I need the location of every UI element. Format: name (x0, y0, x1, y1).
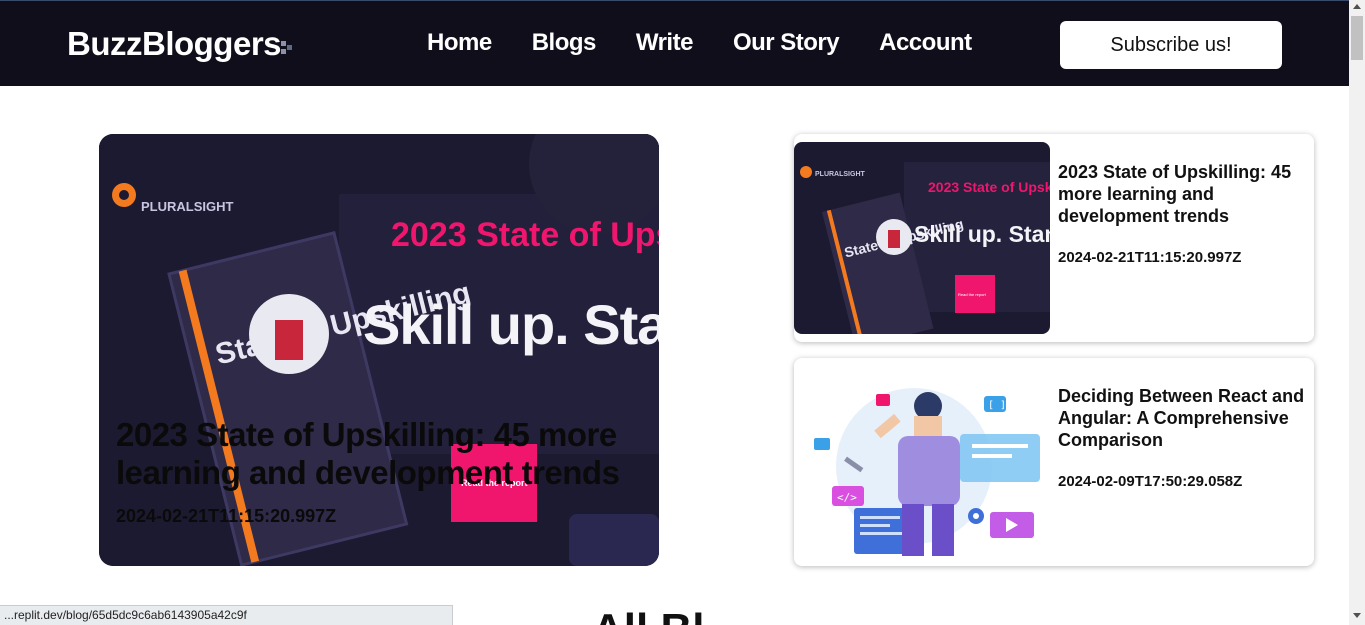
thumb-tagline: Skill up. Stand out. (914, 221, 1050, 247)
svg-text:[ ]: [ ] (988, 400, 1006, 411)
scroll-up-arrow-icon[interactable] (1353, 4, 1361, 9)
nav-link-blogs[interactable]: Blogs (532, 29, 597, 57)
code-icon: </> (832, 486, 864, 506)
featured-post-card[interactable]: State of Upskilling PLURALSIGHT 2023 Sta… (99, 134, 659, 566)
brackets-icon: [ ] (984, 396, 1006, 412)
featured-post-image: State of Upskilling PLURALSIGHT 2023 Sta… (99, 134, 659, 566)
side-post-thumbnail: </> [ ] (794, 366, 1050, 558)
scroll-down-arrow-icon[interactable] (1353, 613, 1361, 618)
scrollbar-thumb[interactable] (1351, 16, 1363, 60)
side-post-date: 2024-02-09T17:50:29.058Z (1058, 473, 1243, 490)
brand-logo-text[interactable]: BuzzBloggers (67, 25, 282, 63)
nav-link-home[interactable]: Home (427, 29, 492, 57)
side-post-thumbnail: State of Upskilling PLURALSIGHT 2023 Sta… (794, 142, 1050, 334)
side-post-card[interactable]: </> [ ] Deciding Between React and Angul… (794, 358, 1314, 566)
subscribe-button[interactable]: Subscribe us! (1060, 21, 1282, 69)
thumb-brand-text: PLURALSIGHT (815, 171, 866, 178)
side-post-card[interactable]: State of Upskilling PLURALSIGHT 2023 Sta… (794, 134, 1314, 342)
featured-post-title[interactable]: 2023 State of Upskilling: 45 more learni… (116, 416, 646, 492)
nav-link-write[interactable]: Write (636, 29, 694, 57)
image-tagline-text: Skill up. Stand out. (363, 293, 659, 356)
page-scrollbar[interactable] (1349, 0, 1365, 625)
video-play-icon (990, 512, 1034, 538)
image-brand-text: PLURALSIGHT (141, 199, 234, 214)
browser-status-url: ...replit.dev/blog/65d5dc9c6ab6143905a42… (0, 605, 453, 625)
all-blogs-heading: All Bl (592, 608, 704, 625)
featured-post-date: 2024-02-21T11:15:20.997Z (116, 506, 337, 526)
nav-link-account[interactable]: Account (879, 29, 972, 57)
side-post-date: 2024-02-21T11:15:20.997Z (1058, 249, 1242, 266)
thumb-headline: 2023 State of Upskilling (928, 179, 1050, 195)
image-headline-text: 2023 State of Upskilling (391, 216, 659, 254)
top-navbar: BuzzBloggers Home Blogs Write Our Story … (0, 0, 1349, 86)
nav-link-our-story[interactable]: Our Story (733, 29, 840, 57)
side-post-title[interactable]: 2023 State of Upskilling: 45 more learni… (1058, 161, 1306, 227)
main-nav: Home Blogs Write Our Story Account (427, 29, 972, 57)
svg-text:</>: </> (837, 491, 857, 504)
brand-mark-icon (281, 41, 292, 54)
gear-icon (968, 508, 984, 524)
thumb-button: Read the report (958, 292, 987, 297)
side-post-title[interactable]: Deciding Between React and Angular: A Co… (1058, 385, 1306, 451)
